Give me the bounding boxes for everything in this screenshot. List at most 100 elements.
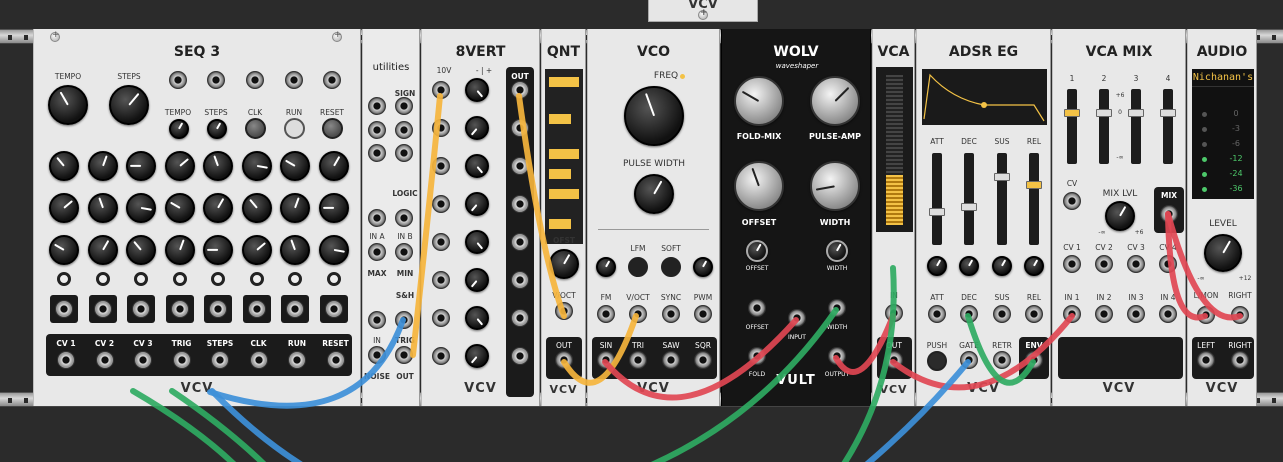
8vert-gain-knob[interactable] — [465, 344, 489, 368]
logic-in-a-jack[interactable] — [368, 209, 386, 227]
step-knob[interactable] — [203, 235, 233, 265]
rel-slider[interactable] — [1026, 153, 1042, 245]
width-cv-jack[interactable] — [828, 299, 846, 317]
reset-in-jack[interactable] — [323, 71, 341, 89]
8vert-gain-knob[interactable] — [465, 268, 489, 292]
vca-out-jack[interactable] — [885, 351, 903, 369]
clk-button[interactable] — [245, 118, 266, 139]
gate-out-jack[interactable] — [170, 300, 189, 318]
step-knob[interactable] — [203, 193, 233, 223]
vcamix-in-jack[interactable] — [1095, 305, 1113, 323]
lfm-switch[interactable] — [628, 257, 648, 277]
sign-in3-jack[interactable] — [368, 144, 386, 162]
step-knob[interactable] — [280, 193, 310, 223]
8vert-gain-knob[interactable] — [465, 154, 489, 178]
width-knob[interactable] — [810, 161, 860, 211]
rel-cv-knob[interactable] — [1024, 256, 1044, 276]
vcamix-in-jack[interactable] — [1127, 305, 1145, 323]
sync-jack[interactable] — [662, 305, 680, 323]
8vert-gain-knob[interactable] — [465, 78, 489, 102]
seq3-output-jack[interactable] — [57, 351, 75, 369]
8vert-out-jack[interactable] — [511, 157, 529, 175]
step-knob[interactable] — [126, 151, 156, 181]
8vert-out-jack[interactable] — [511, 119, 529, 137]
step-knob[interactable] — [49, 193, 79, 223]
ch2-fader[interactable] — [1096, 89, 1112, 164]
vcamix-cv-jack[interactable] — [1063, 255, 1081, 273]
8vert-in-jack[interactable] — [432, 157, 450, 175]
step-knob[interactable] — [280, 235, 310, 265]
gate-jack[interactable] — [960, 351, 978, 369]
sign-in-jack[interactable] — [368, 97, 386, 115]
8vert-in-jack[interactable] — [432, 309, 450, 327]
left-out-jack[interactable] — [1197, 351, 1215, 369]
tempo-knob[interactable] — [48, 85, 88, 125]
sign-out3-jack[interactable] — [395, 144, 413, 162]
lmon-in-jack[interactable] — [1197, 306, 1215, 324]
step-knob[interactable] — [203, 151, 233, 181]
vcamix-in-jack[interactable] — [1063, 305, 1081, 323]
pulse-width-knob[interactable] — [634, 174, 674, 214]
8vert-in-jack[interactable] — [432, 233, 450, 251]
wolv-output-jack[interactable] — [828, 347, 846, 365]
steps-cv-knob[interactable] — [207, 119, 227, 139]
step-knob[interactable] — [126, 235, 156, 265]
soft-switch[interactable] — [661, 257, 681, 277]
gate-toggle[interactable] — [57, 272, 71, 286]
gate-out-jack[interactable] — [324, 300, 343, 318]
8vert-gain-knob[interactable] — [465, 230, 489, 254]
gate-out-jack[interactable] — [247, 300, 266, 318]
vcamix-cv-jack[interactable] — [1127, 255, 1145, 273]
reset-button[interactable] — [322, 118, 343, 139]
level-knob[interactable] — [1204, 234, 1242, 272]
8vert-out-jack[interactable] — [511, 233, 529, 251]
mix-out-jack[interactable] — [1160, 205, 1178, 223]
step-knob[interactable] — [87, 193, 118, 223]
step-knob[interactable] — [164, 151, 195, 181]
fm-knob[interactable] — [596, 257, 616, 277]
step-knob[interactable] — [241, 151, 272, 181]
8vert-out-jack[interactable] — [511, 271, 529, 289]
sh-out-jack[interactable] — [395, 346, 413, 364]
fold-mix-knob[interactable] — [734, 76, 784, 126]
seq3-output-jack[interactable] — [249, 351, 268, 369]
clk-in-jack[interactable] — [246, 71, 264, 89]
step-knob[interactable] — [280, 151, 310, 181]
step-knob[interactable] — [49, 235, 79, 265]
retr-jack[interactable] — [993, 351, 1011, 369]
rel-cv-jack[interactable] — [1025, 305, 1043, 323]
fold-jack[interactable] — [748, 347, 766, 365]
sus-cv-knob[interactable] — [992, 256, 1012, 276]
noise-jack[interactable] — [368, 346, 386, 364]
sin-jack[interactable] — [597, 351, 615, 369]
ch1-fader[interactable] — [1064, 89, 1080, 164]
step-knob[interactable] — [318, 193, 349, 223]
att-cv-knob[interactable] — [927, 256, 947, 276]
pwm-knob[interactable] — [693, 257, 713, 277]
ch3-fader[interactable] — [1128, 89, 1144, 164]
steps-cv-jack[interactable] — [207, 71, 225, 89]
mix-cv-jack[interactable] — [1063, 192, 1081, 210]
sign-in2-jack[interactable] — [368, 121, 386, 139]
sign-out2-jack[interactable] — [395, 121, 413, 139]
qnt-in-jack[interactable] — [555, 302, 573, 320]
offset-knob[interactable] — [734, 161, 784, 211]
mix-lvl-knob[interactable] — [1105, 201, 1135, 231]
step-knob[interactable] — [164, 193, 195, 223]
seq3-output-jack[interactable] — [134, 351, 152, 369]
sus-cv-jack[interactable] — [993, 305, 1011, 323]
sign-out-jack[interactable] — [395, 97, 413, 115]
step-knob[interactable] — [241, 235, 272, 265]
step-knob[interactable] — [87, 235, 118, 265]
sh-trig-jack[interactable] — [395, 311, 413, 329]
8vert-gain-knob[interactable] — [465, 192, 489, 216]
audio-device-display[interactable]: Nichanan's — [1192, 69, 1254, 87]
freq-knob[interactable] — [624, 86, 684, 146]
vcamix-in-jack[interactable] — [1159, 305, 1177, 323]
run-button[interactable] — [284, 118, 305, 139]
saw-jack[interactable] — [662, 351, 680, 369]
step-knob[interactable] — [241, 193, 272, 223]
sus-slider[interactable] — [994, 153, 1010, 245]
sh-in-jack[interactable] — [368, 311, 386, 329]
8vert-out-jack[interactable] — [511, 81, 529, 99]
